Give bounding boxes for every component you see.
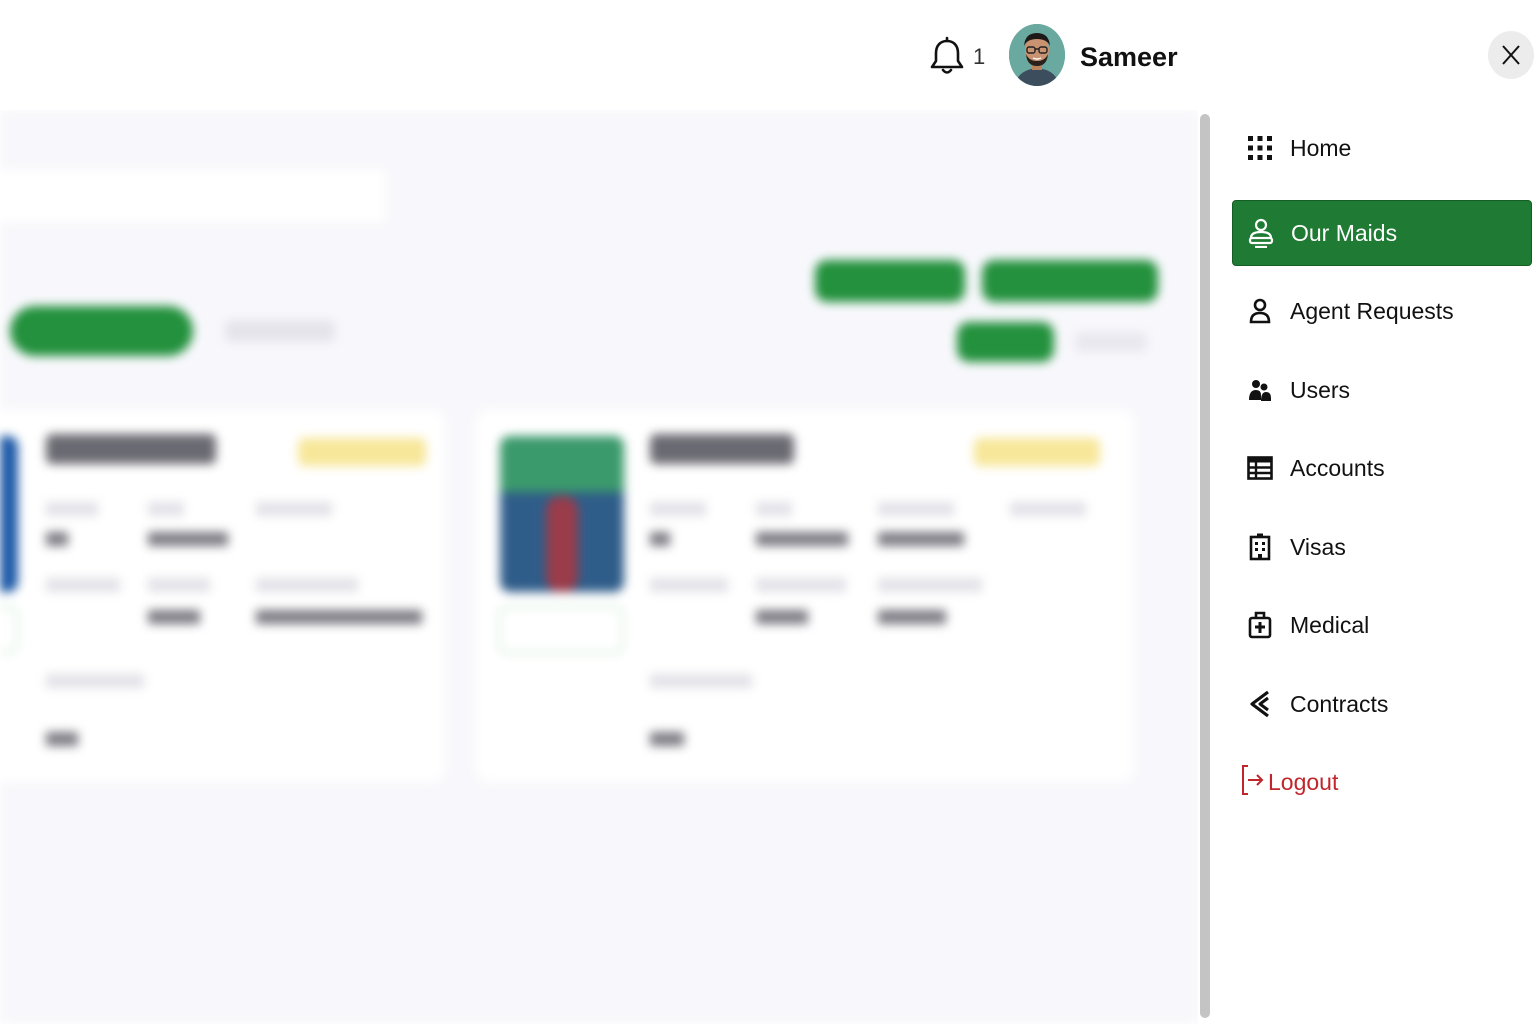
blurred-badge xyxy=(298,438,426,466)
menu-item-label: Our Maids xyxy=(1291,219,1398,246)
menu-item-label: Visas xyxy=(1290,533,1346,560)
blurred-tab-active xyxy=(10,306,193,356)
notification-count: 1 xyxy=(973,44,986,69)
blurred-value xyxy=(650,732,684,746)
blurred-action-button xyxy=(982,260,1158,302)
blurred-label xyxy=(256,502,332,516)
menu-item-visas[interactable]: Visas xyxy=(1232,514,1532,580)
blurred-value xyxy=(756,532,848,546)
blurred-name xyxy=(46,434,216,464)
blurred-value xyxy=(46,532,68,546)
blurred-label xyxy=(256,578,358,592)
blurred-label xyxy=(148,502,184,516)
blurred-photo xyxy=(0,436,18,592)
blurred-label xyxy=(878,578,982,592)
menu-item-label: Contracts xyxy=(1290,690,1389,717)
blurred-value xyxy=(756,610,808,624)
notification-bell-icon[interactable] xyxy=(928,36,966,76)
blurred-value xyxy=(148,610,200,624)
blurred-label xyxy=(148,578,210,592)
logout-button[interactable]: Logout xyxy=(1240,764,1338,801)
blurred-tab xyxy=(225,320,335,342)
blurred-button xyxy=(0,606,18,654)
menu-item-agent-requests[interactable]: Agent Requests xyxy=(1232,278,1532,344)
menu-item-label: Home xyxy=(1290,134,1352,161)
blurred-label xyxy=(650,502,706,516)
menu-item-accounts[interactable]: Accounts xyxy=(1232,435,1532,501)
blurred-label xyxy=(46,674,144,688)
logout-icon xyxy=(1240,764,1266,801)
blurred-label xyxy=(756,578,846,592)
menu-item-home[interactable]: Home xyxy=(1232,115,1532,181)
menu-item-label: Users xyxy=(1290,376,1351,403)
blurred-label xyxy=(756,502,792,516)
blurred-label xyxy=(1010,502,1086,516)
blurred-action-button xyxy=(815,260,965,302)
logout-label: Logout xyxy=(1268,769,1339,795)
blurred-value xyxy=(256,610,422,624)
blurred-label xyxy=(650,674,752,688)
blurred-label xyxy=(878,502,954,516)
blurred-value xyxy=(878,532,964,546)
contracts-icon xyxy=(1246,690,1274,718)
blurred-search-bar xyxy=(0,170,385,222)
blurred-button xyxy=(498,606,624,654)
blurred-value xyxy=(46,732,78,746)
menu-item-label: Accounts xyxy=(1290,454,1385,481)
menu-item-medical[interactable]: Medical xyxy=(1232,592,1532,658)
menu-item-label: Medical xyxy=(1290,611,1370,638)
avatar[interactable] xyxy=(1009,24,1065,86)
close-icon xyxy=(1502,45,1520,65)
blurred-label xyxy=(46,502,98,516)
blurred-value xyxy=(650,532,670,546)
blurred-card xyxy=(476,410,1134,782)
blurred-label xyxy=(650,578,728,592)
close-menu-button[interactable] xyxy=(1488,31,1534,79)
maid-icon xyxy=(1247,218,1275,248)
table-icon xyxy=(1246,454,1274,482)
top-header: 1 Sameer xyxy=(0,0,1220,110)
menu-item-contracts[interactable]: Contracts xyxy=(1232,671,1532,737)
user-name[interactable]: Sameer xyxy=(1080,42,1178,73)
menu-item-users[interactable]: Users xyxy=(1232,357,1532,423)
app-screen: 1 Sameer Home Our Maids Agent Requests U… xyxy=(0,0,1536,1024)
scrollbar-thumb[interactable] xyxy=(1200,114,1210,1018)
blurred-label xyxy=(46,578,120,592)
blurred-value xyxy=(878,610,946,624)
medical-bag-icon xyxy=(1246,611,1274,639)
grid-icon xyxy=(1246,134,1274,162)
blurred-badge xyxy=(974,438,1100,466)
blurred-value xyxy=(148,532,228,546)
menu-item-label: Agent Requests xyxy=(1290,297,1454,324)
blurred-filter-text xyxy=(1075,332,1147,352)
users-icon xyxy=(1246,376,1274,404)
blurred-card xyxy=(0,410,445,782)
building-icon xyxy=(1246,533,1274,561)
menu-item-our-maids[interactable]: Our Maids xyxy=(1232,200,1532,266)
blurred-name xyxy=(650,434,794,464)
blurred-main-content xyxy=(0,110,1200,1024)
blurred-photo xyxy=(500,436,624,592)
person-icon xyxy=(1246,297,1274,325)
blurred-filter-pill xyxy=(957,322,1054,362)
